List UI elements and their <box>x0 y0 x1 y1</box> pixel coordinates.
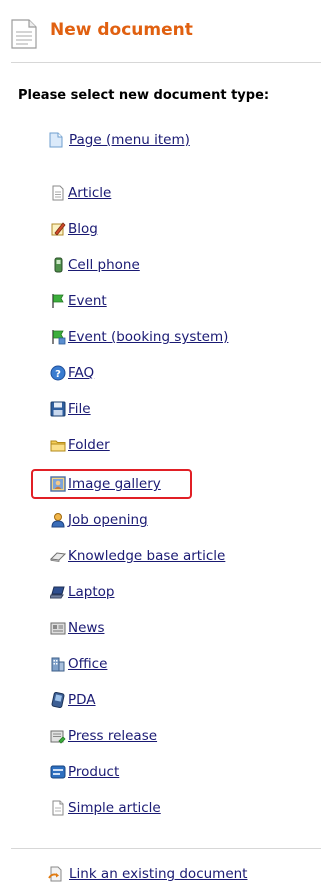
pda-icon <box>50 692 66 708</box>
doc-type-job-opening[interactable]: Job opening <box>50 509 148 531</box>
footer-divider <box>11 848 321 849</box>
person-icon <box>50 512 66 528</box>
doc-type-file[interactable]: File <box>50 398 91 420</box>
doc-type-news[interactable]: News <box>50 617 104 639</box>
news-icon <box>50 620 66 636</box>
doc-type-knowledge-base[interactable]: Knowledge base article <box>50 545 225 567</box>
doc-type-article[interactable]: Article <box>50 182 111 204</box>
link-icon <box>48 866 64 882</box>
doc-type-laptop[interactable]: Laptop <box>50 581 115 603</box>
booking-flag-icon <box>50 329 66 345</box>
dialog-header: New document <box>0 0 332 62</box>
article-icon <box>50 185 66 201</box>
header-divider <box>11 62 321 63</box>
page-title: New document <box>50 20 193 40</box>
doc-type-faq[interactable]: ? FAQ <box>50 362 94 384</box>
doc-type-folder[interactable]: Folder <box>50 434 110 456</box>
doc-type-image-gallery[interactable]: Image gallery <box>50 473 161 495</box>
page-icon <box>48 132 64 148</box>
doc-type-simple-article[interactable]: Simple article <box>50 797 161 819</box>
laptop-icon <box>50 584 66 600</box>
image-gallery-icon <box>50 476 66 492</box>
doc-type-event-booking[interactable]: Event (booking system) <box>50 326 228 348</box>
doc-type-cell-phone[interactable]: Cell phone <box>50 254 140 276</box>
simple-article-icon <box>50 800 66 816</box>
doc-type-pda[interactable]: PDA <box>50 689 96 711</box>
doc-type-press-release[interactable]: Press release <box>50 725 157 747</box>
doc-type-page[interactable]: Page (menu item) <box>48 129 190 151</box>
product-icon <box>50 764 66 780</box>
help-icon: ? <box>50 365 66 381</box>
folder-icon <box>50 437 66 453</box>
doc-type-event[interactable]: Event <box>50 290 107 312</box>
svg-text:?: ? <box>55 369 61 380</box>
doc-type-office[interactable]: Office <box>50 653 107 675</box>
blog-icon <box>50 221 66 237</box>
select-type-prompt: Please select new document type: <box>18 88 270 103</box>
doc-type-blog[interactable]: Blog <box>50 218 98 240</box>
link-existing-document[interactable]: Link an existing document <box>48 863 247 885</box>
document-icon <box>11 19 37 49</box>
knowledge-icon <box>50 548 66 564</box>
file-icon <box>50 401 66 417</box>
press-release-icon <box>50 728 66 744</box>
doc-type-product[interactable]: Product <box>50 761 119 783</box>
flag-icon <box>50 293 66 309</box>
office-icon <box>50 656 66 672</box>
cell-phone-icon <box>50 257 66 273</box>
